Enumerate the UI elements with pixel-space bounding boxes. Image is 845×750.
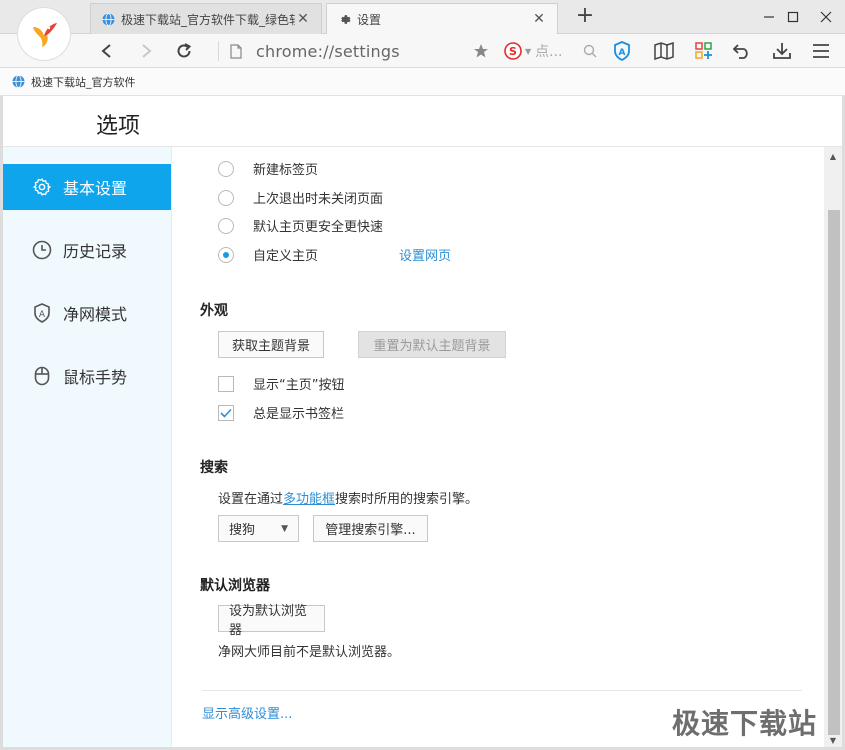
radio-label: 自定义主页 — [253, 249, 319, 264]
bookmark-bar: 极速下载站_官方软件 — [0, 68, 845, 96]
radio-button[interactable] — [218, 160, 234, 177]
page-title: 选项 — [96, 114, 141, 139]
tab-title: 极速下载站_官方软件下载_绿色软 — [121, 12, 295, 27]
sidebar-item-mouse-gesture[interactable]: 鼠标手势 — [3, 353, 171, 399]
globe-icon — [12, 75, 25, 88]
tab-close-icon[interactable]: ✕ — [295, 11, 311, 27]
startup-option-restore[interactable]: 上次退出时未关闭页面 — [218, 188, 383, 207]
svg-text:A: A — [619, 48, 626, 58]
tab-title: 设置 — [357, 12, 382, 27]
scroll-up-arrow-icon[interactable]: ▲ — [824, 149, 842, 163]
show-home-button-option[interactable]: 显示“主页”按钮 — [218, 374, 344, 393]
show-bookmarks-bar-option[interactable]: 总是显示书签栏 — [218, 403, 344, 422]
window-border — [0, 96, 3, 750]
show-advanced-link[interactable]: 显示高级设置... — [202, 703, 292, 722]
undo-icon[interactable] — [729, 38, 755, 64]
new-tab-button[interactable]: + — [572, 4, 598, 30]
mouse-icon — [31, 365, 53, 387]
search-description: 设置在通过多功能框搜索时所用的搜索引擎。 — [218, 488, 478, 507]
get-theme-button[interactable]: 获取主题背景 — [218, 331, 324, 358]
sidebar-item-label: 净网模式 — [63, 305, 128, 324]
reload-icon[interactable] — [171, 38, 197, 64]
gear-icon — [337, 12, 351, 26]
search-desc-prefix: 设置在通过 — [218, 492, 284, 507]
apps-icon[interactable] — [691, 38, 717, 64]
radio-label: 上次退出时未关闭页面 — [253, 192, 384, 207]
tab-settings[interactable]: 设置 ✕ — [326, 3, 558, 34]
default-browser-heading: 默认浏览器 — [200, 578, 270, 594]
search-engine-value: 搜狗 — [229, 523, 256, 538]
sidebar-item-history[interactable]: 历史记录 — [3, 227, 171, 273]
settings-content: 新建标签页 上次退出时未关闭页面 默认主页更安全更快速 自定义主页 设置网页 外… — [172, 147, 824, 747]
globe-icon — [101, 12, 115, 26]
radio-button[interactable] — [218, 189, 234, 206]
sogou-icon: S — [504, 42, 522, 60]
page-icon — [223, 38, 249, 64]
manage-search-engines-button[interactable]: 管理搜索引擎... — [313, 515, 428, 542]
minimize-icon[interactable] — [756, 4, 782, 30]
radio-button-selected[interactable] — [218, 246, 234, 263]
search-heading: 搜索 — [200, 460, 228, 476]
sidebar-item-label: 鼠标手势 — [63, 368, 128, 387]
set-pages-link[interactable]: 设置网页 — [399, 245, 451, 264]
gear-icon — [31, 176, 53, 198]
startup-option-default-home[interactable]: 默认主页更安全更快速 — [218, 216, 383, 235]
address-separator — [218, 41, 219, 61]
close-window-icon[interactable] — [813, 4, 839, 30]
reader-icon[interactable] — [651, 38, 677, 64]
search-icon[interactable] — [577, 38, 603, 64]
checkbox-checked[interactable] — [218, 404, 234, 421]
bookmark-item[interactable]: 极速下载站_官方软件 — [31, 74, 136, 90]
startup-option-custom-home[interactable]: 自定义主页 设置网页 — [218, 245, 451, 264]
tab-close-icon[interactable]: ✕ — [531, 11, 547, 27]
navigation-bar: chrome://settings S ▼ 点... A — [0, 34, 845, 68]
adblock-shield-icon[interactable]: A — [609, 38, 635, 64]
chevron-down-icon: ▼ — [281, 523, 288, 534]
clock-icon — [31, 239, 53, 261]
set-default-browser-button[interactable]: 设为默认浏览器 — [218, 604, 325, 638]
sidebar-item-label: 历史记录 — [63, 242, 128, 261]
search-placeholder: 点... — [535, 44, 563, 60]
shield-icon: A — [31, 302, 53, 324]
startup-option-new-tab[interactable]: 新建标签页 — [218, 159, 318, 178]
menu-icon[interactable] — [808, 38, 834, 64]
checkbox-label: 总是显示书签栏 — [253, 407, 345, 422]
scroll-down-arrow-icon[interactable]: ▼ — [824, 733, 842, 747]
title-bar: 极速下载站_官方软件下载_绿色软 ✕ 设置 ✕ + — [0, 0, 845, 34]
radio-label: 默认主页更安全更快速 — [253, 220, 384, 235]
search-engine-select[interactable]: 搜狗 ▼ — [218, 515, 299, 542]
back-icon[interactable] — [94, 38, 120, 64]
watermark: 极速下载站 — [672, 707, 818, 740]
scrollbar-thumb[interactable] — [828, 210, 840, 735]
radio-button[interactable] — [218, 217, 234, 234]
svg-text:A: A — [39, 310, 46, 320]
reset-theme-button[interactable]: 重置为默认主题背景 — [358, 331, 506, 358]
page-header: 选项 — [0, 97, 845, 147]
default-browser-status: 净网大师目前不是默认浏览器。 — [218, 645, 401, 660]
search-desc-suffix: 搜索时所用的搜索引擎。 — [335, 492, 479, 507]
chevron-down-icon[interactable]: ▼ — [525, 47, 531, 56]
download-icon[interactable] — [769, 38, 795, 64]
sidebar-item-label: 基本设置 — [63, 179, 128, 198]
checkmark-icon — [220, 408, 232, 418]
settings-sidebar: 基本设置 历史记录 A 净网模式 鼠标手势 — [3, 147, 172, 747]
svg-text:S: S — [509, 45, 517, 58]
sidebar-item-clean-mode[interactable]: A 净网模式 — [3, 290, 171, 336]
browser-logo-icon[interactable] — [18, 8, 70, 60]
appearance-heading: 外观 — [200, 303, 228, 319]
tab-jisu[interactable]: 极速下载站_官方软件下载_绿色软 ✕ — [90, 3, 322, 34]
address-input[interactable]: chrome://settings — [256, 42, 400, 61]
radio-label: 新建标签页 — [253, 163, 319, 178]
maximize-icon[interactable] — [780, 4, 806, 30]
omnibox-link[interactable]: 多功能框 — [283, 492, 335, 507]
forward-icon[interactable] — [133, 38, 159, 64]
section-divider — [202, 690, 802, 691]
checkbox[interactable] — [218, 375, 234, 392]
star-icon[interactable] — [468, 38, 494, 64]
checkbox-label: 显示“主页”按钮 — [253, 378, 345, 393]
sidebar-item-basic-settings[interactable]: 基本设置 — [3, 164, 171, 210]
